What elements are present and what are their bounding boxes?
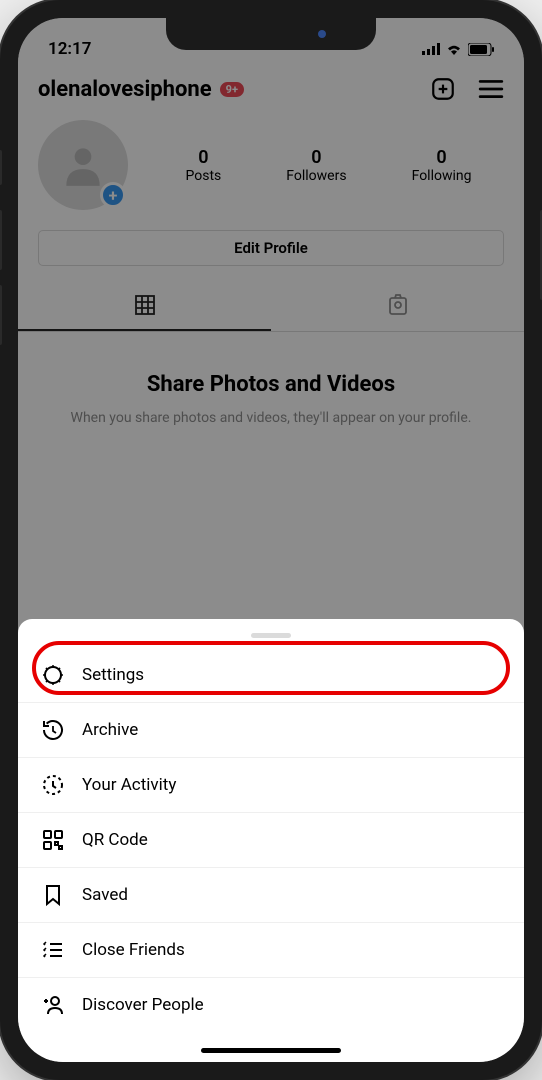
following-stat[interactable]: 0 Following — [412, 147, 472, 184]
screen: 12:17 olenalovesiphone 9+ — [18, 18, 524, 1062]
menu-label: Discover People — [82, 995, 204, 1015]
notch — [166, 18, 376, 50]
list-icon — [41, 938, 65, 962]
menu-label: Settings — [82, 665, 144, 685]
tagged-icon — [386, 293, 410, 317]
posts-stat[interactable]: 0 Posts — [186, 147, 222, 184]
activity-icon — [41, 773, 65, 797]
phone-frame: 12:17 olenalovesiphone 9+ — [0, 0, 542, 1080]
menu-settings[interactable]: Settings — [18, 648, 524, 703]
username[interactable]: olenalovesiphone — [38, 77, 212, 102]
bookmark-icon — [41, 883, 65, 907]
create-icon[interactable] — [430, 76, 456, 102]
grid-icon — [133, 293, 157, 317]
avatar[interactable]: + — [38, 120, 128, 210]
profile-header: olenalovesiphone 9+ — [18, 68, 524, 110]
archive-icon — [41, 718, 65, 742]
profile-tabs — [18, 281, 524, 332]
tab-tagged[interactable] — [271, 281, 524, 331]
gear-icon — [41, 663, 65, 687]
menu-qr-code[interactable]: QR Code — [18, 813, 524, 868]
empty-state: Share Photos and Videos When you share p… — [18, 332, 524, 469]
notification-badge: 9+ — [220, 82, 244, 97]
menu-icon[interactable] — [478, 79, 504, 99]
followers-stat[interactable]: 0 Followers — [286, 147, 346, 184]
menu-close-friends[interactable]: Close Friends — [18, 923, 524, 978]
menu-label: Archive — [82, 720, 138, 740]
side-button — [0, 150, 2, 185]
menu-saved[interactable]: Saved — [18, 868, 524, 923]
qr-icon — [41, 828, 65, 852]
person-icon — [58, 140, 108, 190]
profile-stats: + 0 Posts 0 Followers 0 Following — [18, 110, 524, 225]
empty-subtitle: When you share photos and videos, they'l… — [48, 409, 494, 429]
menu-label: Close Friends — [82, 940, 185, 960]
status-time: 12:17 — [48, 39, 91, 59]
empty-title: Share Photos and Videos — [48, 372, 494, 397]
menu-label: QR Code — [82, 830, 148, 850]
menu-archive[interactable]: Archive — [18, 703, 524, 758]
add-story-icon[interactable]: + — [100, 182, 126, 208]
home-indicator[interactable] — [201, 1048, 341, 1053]
menu-discover-people[interactable]: Discover People — [18, 978, 524, 1032]
edit-profile-button[interactable]: Edit Profile — [38, 230, 504, 266]
sheet-handle[interactable] — [251, 633, 291, 638]
side-button — [0, 285, 2, 345]
menu-label: Saved — [82, 885, 128, 905]
menu-activity[interactable]: Your Activity — [18, 758, 524, 813]
signal-icon — [422, 43, 440, 55]
menu-label: Your Activity — [82, 775, 176, 795]
bottom-sheet: Settings Archive Your Activity QR Code S… — [18, 619, 524, 1062]
status-icons — [422, 43, 494, 56]
side-button — [0, 210, 2, 270]
battery-icon — [468, 43, 494, 56]
add-person-icon — [41, 993, 65, 1017]
tab-grid[interactable] — [18, 281, 271, 331]
wifi-icon — [446, 43, 462, 55]
